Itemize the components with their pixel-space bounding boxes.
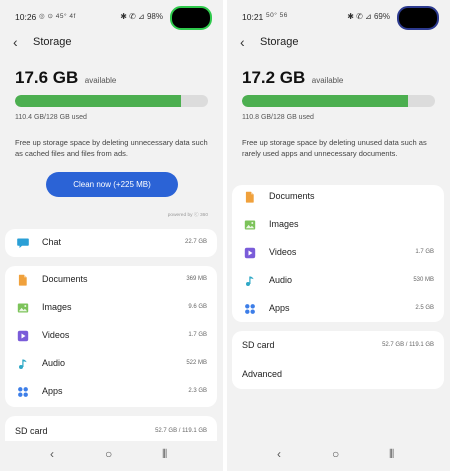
nav-recents-icon[interactable]: ⦀	[162, 447, 167, 462]
chat-icon	[17, 238, 29, 248]
storage-usage-fill	[15, 95, 181, 107]
status-system-icons: ✱ ✆ ⊿ 98%	[120, 12, 163, 21]
storage-description: Free up storage space by deleting unused…	[242, 138, 427, 158]
category-row-audio[interactable]: Audio 530 MB	[232, 267, 444, 295]
row-label: Chat	[42, 237, 62, 247]
back-arrow-icon[interactable]: ‹	[13, 34, 18, 50]
right-phone-screen: 10:21 50° 56 ✱ ✆ ⊿ 69% ‹ Storage 17.2 GB…	[227, 0, 450, 471]
storage-usage-bar	[242, 95, 435, 107]
nav-home-icon[interactable]: ○	[332, 447, 339, 461]
category-row-audio[interactable]: Audio 522 MB	[5, 350, 217, 378]
video-icon	[17, 330, 29, 342]
status-notification-icons: 50° 56	[266, 12, 288, 19]
clean-now-button[interactable]: Clean now (+225 MB)	[46, 172, 178, 197]
category-row-documents[interactable]: Documents 369 MB	[5, 266, 217, 294]
row-label: Audio	[269, 275, 293, 285]
category-row-videos[interactable]: Videos 1.7 GB	[232, 239, 444, 267]
category-row-apps[interactable]: Apps 2.3 GB	[5, 378, 217, 406]
storage-usage-bar	[15, 95, 208, 107]
sd-card-label: SD card	[242, 340, 275, 350]
status-time: 10:26	[15, 12, 37, 22]
category-row-documents[interactable]: Documents	[232, 183, 444, 211]
storage-options-card: SD card 52.7 GB / 119.1 GB Advanced	[232, 331, 444, 389]
document-icon	[18, 274, 27, 286]
image-icon	[17, 303, 29, 313]
nav-back-icon[interactable]: ‹	[277, 447, 281, 461]
nav-back-icon[interactable]: ‹	[50, 447, 54, 461]
row-size: 9.6 GB	[188, 304, 207, 310]
status-notification-icons: ◎ ⊙ 45° 4f	[39, 13, 76, 20]
category-row-images[interactable]: Images	[232, 211, 444, 239]
row-size: 2.5 GB	[415, 305, 434, 311]
row-label: Images	[269, 219, 299, 229]
row-size: 2.3 GB	[188, 388, 207, 394]
left-phone-screen: 10:26 ◎ ⊙ 45° 4f ✱ ✆ ⊿ 98% ‹ Storage 17.…	[0, 0, 223, 471]
sd-card-label: SD card	[15, 426, 48, 436]
categories-card: Documents Images Videos 1.7 GB Audio 530 MB Ap…	[232, 185, 444, 322]
advanced-label: Advanced	[242, 369, 283, 379]
row-label: Images	[42, 302, 72, 312]
page-header: ‹ Storage	[227, 34, 450, 54]
available-value: 17.2 GB	[242, 68, 306, 87]
sd-card-size: 52.7 GB / 119.1 GB	[155, 428, 207, 434]
row-label: Videos	[42, 330, 70, 340]
back-arrow-icon[interactable]: ‹	[240, 34, 245, 50]
row-label: Apps	[42, 386, 63, 396]
row-label: Documents	[42, 274, 88, 284]
music-note-icon	[246, 276, 254, 286]
available-storage: 17.6 GB available	[15, 68, 116, 88]
row-label: Videos	[269, 247, 297, 257]
row-size: 1.7 GB	[188, 332, 207, 338]
row-size: 1.7 GB	[415, 249, 434, 255]
image-icon	[244, 220, 256, 230]
storage-used-text: 110.4 GB/128 GB used	[15, 114, 87, 121]
row-size: 530 MB	[413, 277, 434, 283]
status-bar: 10:26 ◎ ⊙ 45° 4f ✱ ✆ ⊿ 98%	[0, 0, 223, 34]
camera-cutout	[397, 6, 439, 30]
storage-usage-fill	[242, 95, 408, 107]
category-row-videos[interactable]: Videos 1.7 GB	[5, 322, 217, 350]
powered-by-label: powered by ⓒ 360	[167, 213, 208, 218]
page-title: Storage	[260, 36, 299, 48]
storage-description: Free up storage space by deleting unnece…	[15, 138, 208, 158]
music-note-icon	[19, 359, 27, 369]
status-bar: 10:21 50° 56 ✱ ✆ ⊿ 69%	[227, 0, 450, 34]
chat-card: Chat 22.7 GB	[5, 229, 217, 257]
camera-cutout	[170, 6, 212, 30]
available-value: 17.6 GB	[15, 68, 79, 87]
nav-home-icon[interactable]: ○	[105, 447, 112, 461]
nav-recents-icon[interactable]: ⦀	[389, 447, 394, 462]
apps-grid-icon	[18, 387, 28, 397]
row-label: Documents	[269, 191, 315, 201]
navigation-bar: ‹ ○ ⦀	[227, 441, 450, 471]
row-size: 369 MB	[186, 276, 207, 282]
navigation-bar: ‹ ○ ⦀	[0, 441, 223, 471]
document-icon	[245, 191, 254, 203]
available-storage: 17.2 GB available	[242, 68, 343, 88]
status-system-icons: ✱ ✆ ⊿ 69%	[347, 12, 390, 21]
available-label: available	[84, 76, 117, 85]
row-size: 522 MB	[186, 360, 207, 366]
category-row-apps[interactable]: Apps 2.5 GB	[232, 295, 444, 323]
category-row-chat[interactable]: Chat 22.7 GB	[5, 229, 217, 257]
page-title: Storage	[33, 36, 72, 48]
storage-used-text: 110.8 GB/128 GB used	[242, 114, 314, 121]
video-icon	[244, 247, 256, 259]
available-label: available	[311, 76, 344, 85]
sd-card-row[interactable]: SD card 52.7 GB / 119.1 GB	[232, 332, 444, 360]
apps-grid-icon	[245, 304, 255, 314]
page-header: ‹ Storage	[0, 34, 223, 54]
advanced-row[interactable]: Advanced	[232, 361, 444, 389]
sd-card-size: 52.7 GB / 119.1 GB	[382, 342, 434, 348]
status-time: 10:21	[242, 12, 264, 22]
categories-card: Documents 369 MB Images 9.6 GB Videos 1.7 GB A…	[5, 266, 217, 407]
row-label: Apps	[269, 303, 290, 313]
category-row-images[interactable]: Images 9.6 GB	[5, 294, 217, 322]
row-label: Audio	[42, 358, 66, 368]
row-size: 22.7 GB	[184, 239, 207, 245]
